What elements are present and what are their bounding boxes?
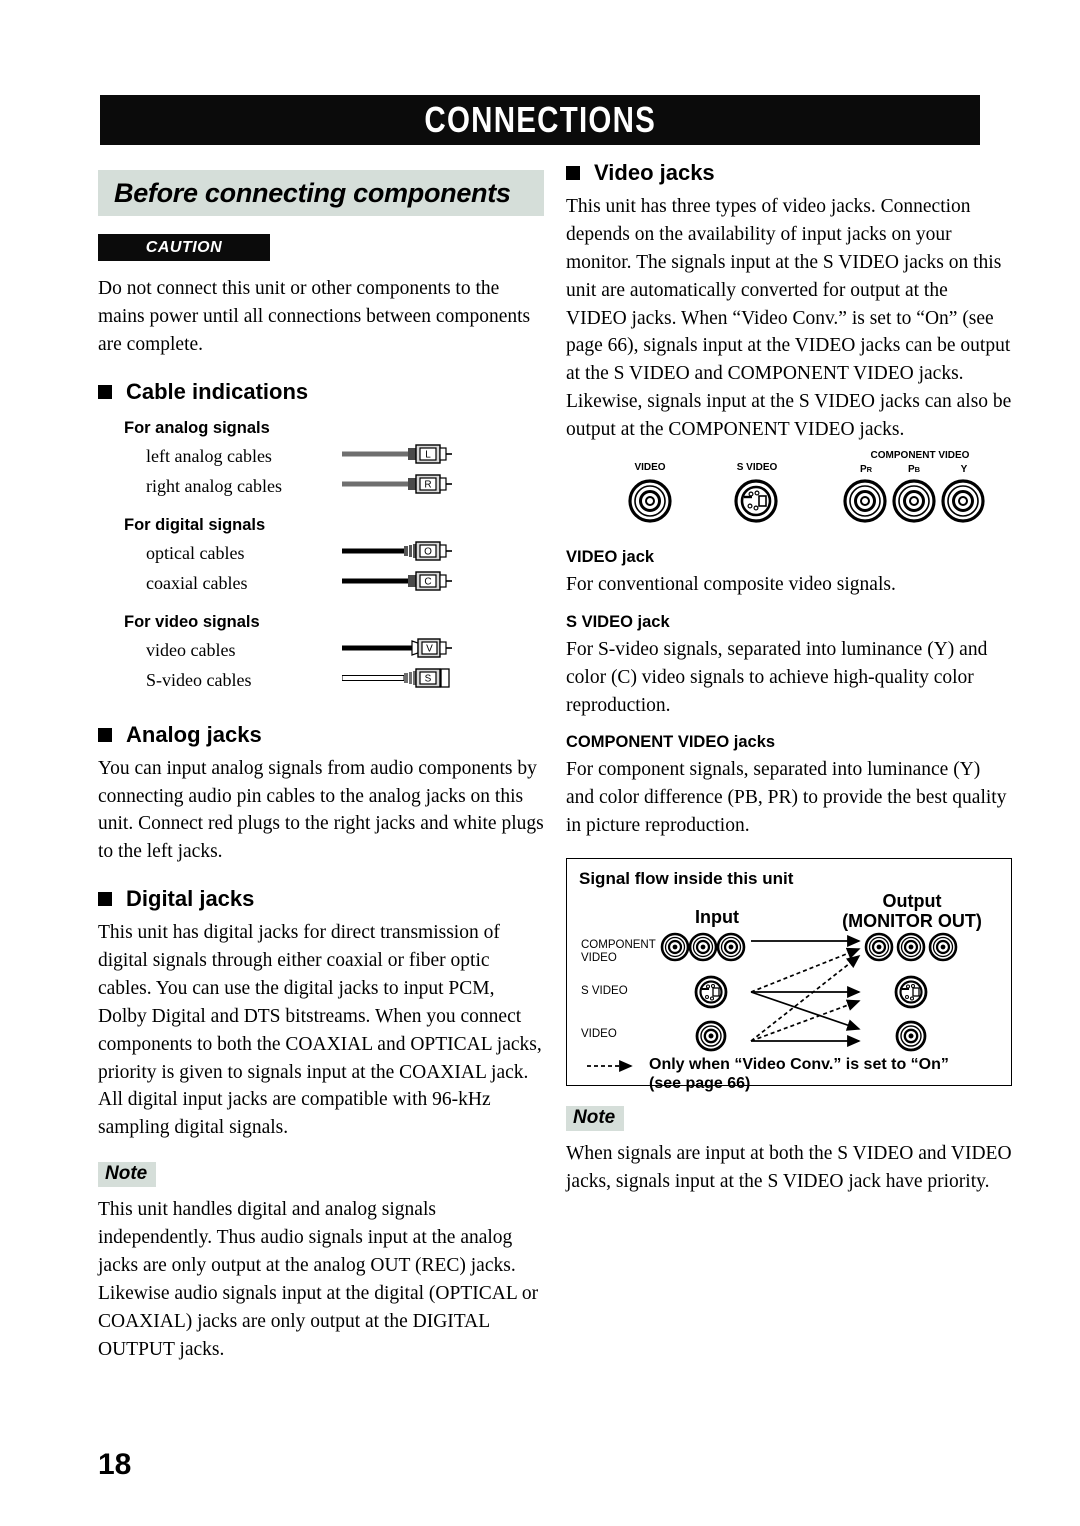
svideo-jack-text: For S-video signals, separated into lumi… — [566, 638, 988, 716]
left-column: Before connecting components CAUTION Do … — [98, 170, 544, 1383]
cable-icon-svideo: S — [341, 666, 452, 695]
cable-row-svideo: S-video cables S — [146, 666, 536, 696]
cable-row-optical: optical cables O — [146, 539, 536, 569]
subheading-video-jack: VIDEO jack — [566, 547, 655, 566]
flow-input-svideo-jack — [694, 975, 728, 1009]
signal-flow-diagram: Signal flow inside this unit Input Outpu… — [566, 858, 1012, 1092]
heading-label: Video jacks — [594, 160, 715, 185]
svg-text:S: S — [425, 674, 432, 685]
heading-label: Digital jacks — [126, 886, 255, 912]
cable-group-title-analog: For analog signals — [124, 418, 270, 437]
digital-jacks-text: This unit has digital jacks for direct t… — [98, 922, 542, 1139]
jack-label-video: VIDEO — [634, 461, 666, 473]
page-header-bar: CONNECTIONS — [100, 95, 980, 145]
heading-cable-indications: Cable indications — [98, 379, 544, 405]
cable-row-right-analog: right analog cables R — [146, 472, 536, 502]
cable-icon-coaxial: C — [342, 569, 452, 598]
cable-label: left analog cables — [146, 446, 272, 467]
jack-label-y: Y — [960, 463, 968, 475]
note-badge-left: Note — [98, 1162, 157, 1188]
note-text-right: When signals are input at both the S VID… — [566, 1143, 1012, 1192]
heading-analog-jacks: Analog jacks — [98, 722, 544, 748]
jack-label-pr: PR — [859, 463, 873, 475]
svg-text:C: C — [424, 577, 431, 588]
cable-label: video cables — [146, 640, 236, 661]
cable-icon-video: V — [342, 636, 452, 665]
cable-label: optical cables — [146, 543, 245, 564]
flow-legend-text: Only when “Video Conv.” is set to “On” (… — [649, 1055, 979, 1093]
cable-icon-left-analog: L — [342, 442, 452, 471]
flow-output-svideo-jack — [894, 975, 928, 1009]
svg-text:L: L — [425, 450, 431, 461]
square-bullet-icon — [98, 727, 112, 742]
component-jacks-text: For component signals, separated into lu… — [566, 759, 1007, 837]
jack-type-diagram: VIDEO S VIDEO COMPONENT VIDEO PR PB Y — [566, 450, 1012, 524]
analog-jacks-text: You can input analog signals from audio … — [98, 757, 544, 863]
flow-output-video-jack — [895, 1020, 927, 1052]
caution-label: CAUTION — [145, 238, 223, 256]
square-bullet-icon — [98, 892, 112, 907]
subheading-component-jacks: COMPONENT VIDEO jacks — [566, 733, 776, 752]
subheading-svideo-jack: S VIDEO jack — [566, 612, 670, 631]
heading-digital-jacks: Digital jacks — [98, 886, 544, 912]
flow-legend-line1: Only when “Video Conv.” is set to “On” — [649, 1056, 949, 1073]
right-column: Video jacks This unit has three types of… — [566, 160, 1012, 1216]
section-banner: Before connecting components — [98, 170, 544, 216]
video-jacks-text: This unit has three types of video jacks… — [566, 196, 1012, 440]
cable-label: coaxial cables — [146, 573, 248, 594]
flow-input-video-jack — [695, 1020, 727, 1052]
heading-video-jacks: Video jacks — [566, 160, 1012, 186]
cable-icon-right-analog: R — [342, 472, 452, 501]
signal-flow-canvas: Input Output (MONITOR OUT) COMPONENT VIDE… — [579, 889, 999, 1092]
heading-label: Analog jacks — [126, 721, 262, 747]
svideo-jack-icon — [734, 479, 778, 523]
flow-arrows-dashed — [750, 947, 861, 1042]
cable-icon-optical: O — [342, 539, 452, 568]
jack-label-component: COMPONENT VIDEO — [870, 449, 970, 461]
caution-badge: CAUTION — [98, 234, 270, 261]
cable-label: right analog cables — [146, 476, 282, 497]
cable-group-title-digital: For digital signals — [124, 515, 266, 534]
heading-label: Cable indications — [126, 378, 309, 404]
jack-label-pb: PB — [907, 463, 921, 475]
rca-jack-icon-video — [628, 479, 672, 523]
caution-text: Do not connect this unit or other compon… — [98, 278, 531, 355]
flow-input-component-jacks — [660, 932, 746, 962]
section-banner-label: Before connecting components — [114, 177, 511, 208]
cable-group-title-video: For video signals — [124, 612, 260, 631]
flow-legend-line2: (see page 66) — [649, 1075, 751, 1093]
square-bullet-icon — [98, 384, 112, 399]
page-number: 18 — [98, 1448, 132, 1481]
square-bullet-icon — [566, 166, 580, 180]
cable-row-left-analog: left analog cables L — [146, 442, 536, 472]
manual-page: CONNECTIONS Before connecting components… — [0, 0, 1080, 1526]
note-badge-right: Note — [566, 1106, 625, 1131]
signal-flow-title: Signal flow inside this unit — [579, 869, 794, 888]
svg-text:R: R — [424, 480, 431, 491]
note-text-left: This unit handles digital and analog sig… — [98, 1199, 539, 1360]
rca-jack-icon-y — [941, 479, 985, 523]
cable-row-video: video cables V — [146, 636, 536, 666]
video-jack-text: For conventional composite video signals… — [566, 573, 896, 595]
cable-label: S-video cables — [146, 670, 252, 691]
cable-row-coaxial: coaxial cables C — [146, 569, 536, 599]
rca-jack-icon-pr — [843, 479, 887, 523]
rca-jack-icon-pb — [892, 479, 936, 523]
page-title: CONNECTIONS — [424, 99, 656, 140]
svg-text:V: V — [426, 644, 433, 655]
flow-output-component-jacks — [864, 932, 958, 962]
jack-label-svideo: S VIDEO — [736, 461, 778, 473]
svg-text:O: O — [424, 547, 432, 558]
